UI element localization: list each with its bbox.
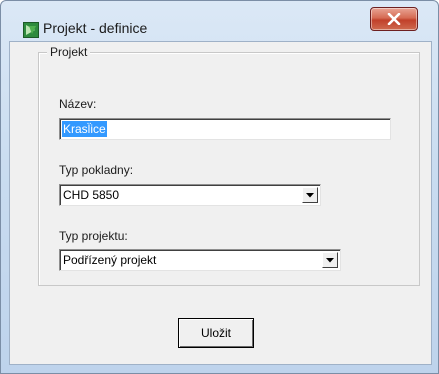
project-type-value: Podřízený projekt (63, 253, 157, 267)
name-field[interactable]: Krasl̈ice (59, 118, 391, 140)
dialog-client-area: Projekt Název: Krasl̈ice Typ pokladny: C… (9, 41, 432, 365)
project-type-dropdown-button[interactable] (322, 252, 338, 268)
save-button[interactable]: Uložit (178, 318, 254, 348)
close-button[interactable] (370, 7, 418, 31)
name-field-value: Krasl̈ice (62, 121, 107, 137)
app-icon (23, 22, 39, 38)
close-icon (387, 13, 401, 25)
project-type-label: Typ projektu: (59, 229, 128, 243)
groupbox-legend: Projekt (47, 45, 91, 59)
title-bar[interactable]: Projekt - definice (1, 1, 438, 38)
project-type-select[interactable]: Podřízený projekt (59, 249, 341, 271)
chevron-down-icon (326, 258, 334, 263)
register-type-value: CHD 5850 (63, 188, 120, 202)
dialog-window: Projekt - definice Projekt Název: Krasl̈… (0, 0, 439, 374)
register-type-dropdown-button[interactable] (302, 187, 318, 203)
register-type-label: Typ pokladny: (59, 163, 134, 177)
register-type-select[interactable]: CHD 5850 (59, 184, 321, 206)
window-title: Projekt - definice (43, 20, 148, 36)
name-label: Název: (59, 97, 97, 111)
chevron-down-icon (306, 193, 314, 198)
project-groupbox: Projekt Název: Krasl̈ice Typ pokladny: C… (38, 45, 420, 286)
